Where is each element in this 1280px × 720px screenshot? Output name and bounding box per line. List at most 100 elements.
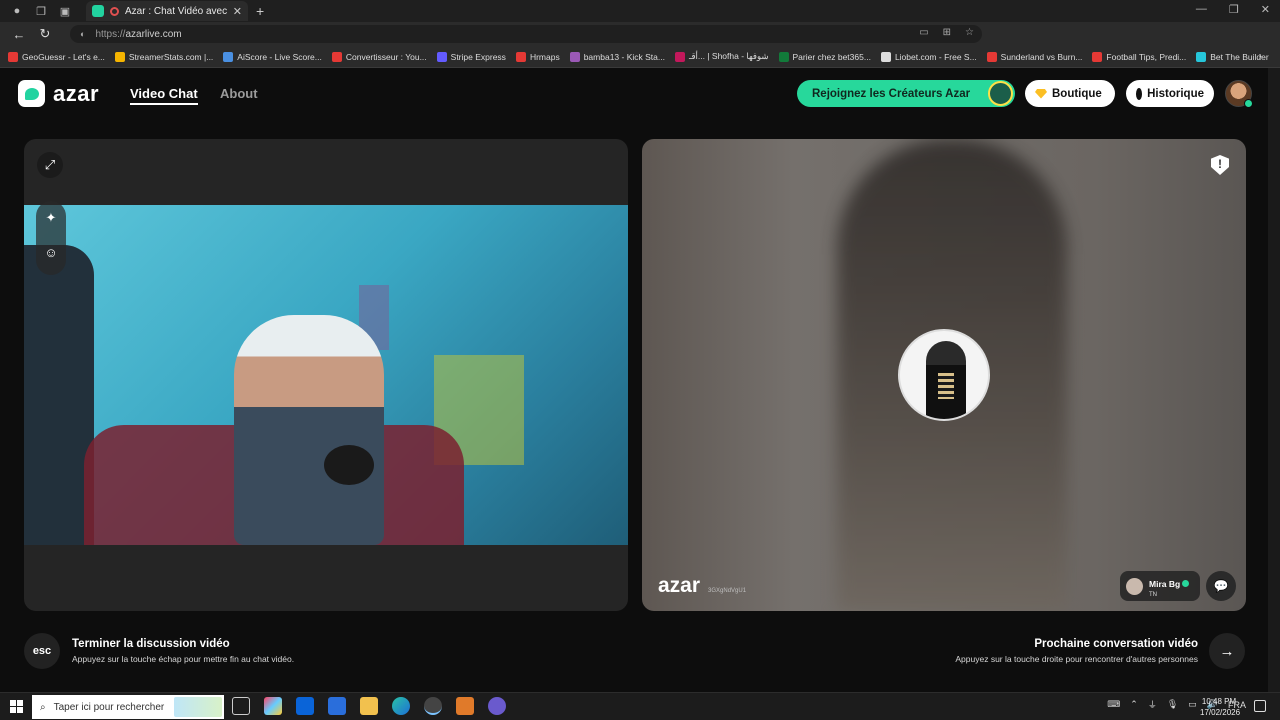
bookmark-label: Football Tips, Predi...	[1106, 51, 1187, 62]
bookmarks-overflow-icon[interactable]: ›	[1259, 51, 1262, 62]
boutique-label: Boutique	[1052, 87, 1102, 100]
creator-badge-icon	[988, 81, 1013, 106]
workspaces-icon[interactable]: ❐	[34, 4, 48, 18]
azar-favicon-icon	[92, 5, 104, 17]
bookmark-favicon-icon	[880, 51, 891, 62]
close-window-icon[interactable]: ✕	[1261, 3, 1270, 16]
reload-icon[interactable]: ↻	[38, 26, 52, 42]
bookmark-item[interactable]: Parier chez bet365...	[778, 51, 871, 62]
boutique-button[interactable]: Boutique	[1025, 80, 1115, 107]
end-chat-title: Terminer la discussion vidéo	[72, 638, 230, 650]
bookmark-item[interactable]: bamba13 - Kick Sta...	[569, 51, 665, 62]
magic-filter-icon[interactable]: ✦	[38, 205, 64, 231]
clock-time: 10:48 PM	[1201, 697, 1237, 706]
nav-about[interactable]: About	[220, 86, 258, 101]
keyboard-icon[interactable]: ⌨	[1107, 699, 1120, 710]
restore-icon[interactable]: ❐	[1229, 3, 1239, 16]
clock-date: 17/02/2026	[1200, 708, 1241, 717]
historique-button[interactable]: Historique	[1126, 80, 1214, 107]
task-view-icon[interactable]	[232, 697, 250, 715]
microphone-icon[interactable]: 🎙	[1167, 699, 1178, 710]
next-chat-arrow-icon[interactable]: →	[1209, 633, 1245, 669]
peer-country: TN	[1149, 592, 1157, 598]
back-icon[interactable]: ←	[12, 27, 26, 42]
minimize-icon[interactable]: —	[1196, 3, 1207, 16]
bookmark-label: Liobet.com - Free S...	[894, 51, 977, 62]
peer-video-panel: ! azar 3GXgNdVgU1 Mira Bg TN 💬	[642, 139, 1246, 611]
bookmark-item[interactable]: Sunderland vs Burn...	[986, 51, 1082, 62]
windows-taskbar: ⌕ Taper ici pour rechercher ⌨ ⌃ ⏚ 🎙 ▭ 🔊 …	[0, 692, 1280, 720]
join-creators-button[interactable]: Rejoignez les Créateurs Azar	[797, 80, 1015, 107]
chat-bubble-icon[interactable]: 💬	[1206, 571, 1236, 601]
address-bar-row: ← ↻ ◐ https:// azarlive.com ▭ ⊞ ☆ ⤓ …	[0, 22, 1280, 61]
app-install-icon[interactable]: ⊞	[943, 27, 951, 38]
bookmark-item[interactable]: أقـ... | Shofha - شوفها	[674, 51, 769, 62]
network-icon[interactable]: ▭	[1188, 699, 1197, 710]
browser-tab-azar[interactable]: Azar : Chat Vidéo avec de n ✕	[86, 1, 248, 21]
bookmark-item[interactable]: AiScore - Live Score...	[223, 51, 322, 62]
search-placeholder: Taper ici pour rechercher	[53, 701, 165, 713]
outlook-icon[interactable]	[296, 697, 314, 715]
azar-logo[interactable]: azar	[18, 80, 99, 107]
window-controls: — ❐ ✕	[1196, 3, 1270, 16]
bookmark-favicon-icon	[114, 51, 125, 62]
url-field[interactable]: ◐ https:// azarlive.com ▭ ⊞ ☆	[70, 25, 982, 43]
windows-start-icon[interactable]	[10, 700, 23, 713]
bookmark-item[interactable]: Stripe Express	[436, 51, 506, 62]
store-icon[interactable]	[328, 697, 346, 715]
bookmark-favicon-icon	[1196, 51, 1207, 62]
copilot-taskbar-icon[interactable]	[264, 697, 282, 715]
nav-video-chat[interactable]: Video Chat	[130, 86, 198, 105]
bookmark-favicon-icon	[569, 51, 580, 62]
bookmark-label: GeoGuessr - Let's e...	[22, 51, 105, 62]
peer-info-chip[interactable]: Mira Bg TN	[1120, 571, 1200, 601]
taskbar-clock[interactable]: 10:48 PM 17/02/2026	[1200, 696, 1241, 718]
recording-icon	[110, 6, 119, 16]
bookmark-label: Stripe Express	[450, 51, 506, 62]
bookmark-item[interactable]: Hrmaps	[515, 51, 560, 62]
bookmark-item[interactable]: GeoGuessr - Let's e...	[8, 51, 105, 62]
page-scrollbar[interactable]	[1268, 68, 1280, 692]
bookmark-favicon-icon	[986, 51, 997, 62]
taskbar-search[interactable]: ⌕ Taper ici pour rechercher	[32, 695, 224, 719]
file-explorer-icon[interactable]	[360, 697, 378, 715]
profile-icon[interactable]: ●	[10, 4, 24, 18]
bookmark-favicon-icon	[778, 51, 789, 62]
bookmark-item[interactable]: Liobet.com - Free S...	[880, 51, 977, 62]
end-chat-button[interactable]: esc	[24, 633, 60, 669]
peer-profile-photo	[898, 329, 990, 421]
bookmark-label: StreamerStats.com |...	[128, 51, 214, 62]
site-info-icon[interactable]: ◐	[80, 29, 85, 39]
app-orange-icon[interactable]	[456, 697, 474, 715]
bookmark-item[interactable]: Convertisseur : You...	[331, 51, 427, 62]
report-shield-icon[interactable]: !	[1211, 155, 1229, 175]
close-tab-icon[interactable]: ✕	[233, 5, 242, 18]
tab-actions-icon[interactable]: ▣	[58, 4, 72, 18]
app-purple-icon[interactable]	[488, 697, 506, 715]
azar-logo-icon	[18, 80, 45, 107]
historique-label: Historique	[1147, 87, 1204, 100]
end-chat-subtitle: Appuyez sur la touche échap pour mettre …	[72, 654, 295, 664]
bookmark-label: أقـ... | Shofha - شوفها	[688, 51, 769, 61]
bookmark-item[interactable]: Football Tips, Predi...	[1092, 51, 1187, 62]
watermark-id: 3GXgNdVgU1	[708, 588, 747, 594]
edge-icon[interactable]	[392, 697, 410, 715]
tray-overflow-icon[interactable]: ⌃	[1130, 699, 1138, 710]
recorder-app-icon[interactable]	[424, 697, 442, 715]
bookmark-label: AiScore - Live Score...	[237, 51, 322, 62]
bookmark-item[interactable]: StreamerStats.com |...	[114, 51, 214, 62]
user-avatar[interactable]	[1225, 80, 1253, 108]
self-camera-feed	[24, 205, 628, 545]
peer-avatar	[1126, 577, 1143, 595]
tab-title: Azar : Chat Vidéo avec de n	[125, 5, 229, 17]
bookmark-label: bamba13 - Kick Sta...	[583, 51, 665, 62]
new-tab-icon[interactable]: +	[256, 3, 264, 19]
favorite-star-icon[interactable]: ☆	[965, 27, 974, 38]
notifications-icon[interactable]	[1254, 700, 1266, 712]
usb-icon[interactable]: ⏚	[1148, 698, 1157, 711]
camera-icon[interactable]: ▭	[919, 27, 928, 38]
azar-watermark: azar 3GXgNdVgU1	[658, 574, 746, 598]
url-prefix: https://	[95, 28, 126, 40]
face-mask-icon[interactable]: ☺	[38, 239, 64, 265]
expand-icon[interactable]: ⤢	[37, 152, 63, 178]
